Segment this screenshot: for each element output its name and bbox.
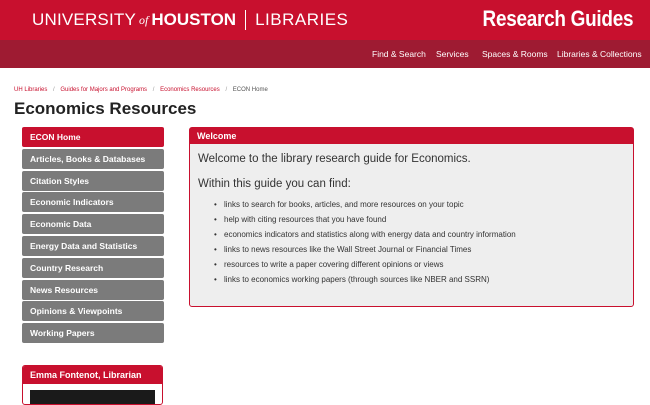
guide-feature-list: links to search for books, articles, and… [198,199,625,289]
site-header: UNIVERSITY of HOUSTON LIBRARIES Research… [0,0,650,40]
librarian-profile-box: Emma Fontenot, Librarian [22,365,163,405]
breadcrumb-link[interactable]: UH Libraries [14,87,47,93]
sidebar-item-working-papers[interactable]: Working Papers [22,323,164,344]
guide-sidebar-nav: ECON Home Articles, Books & Databases Ci… [22,127,164,345]
page-title: Economics Resources [14,99,197,118]
nav-item-services[interactable]: Services [436,49,469,59]
list-item: links to news resources like the Wall St… [214,244,625,259]
sidebar-item-energy-data-statistics[interactable]: Energy Data and Statistics [22,235,164,256]
welcome-heading: Welcome [190,128,633,144]
breadcrumb-separator: / [225,87,228,93]
sidebar-item-citation-styles[interactable]: Citation Styles [22,170,164,191]
list-item: resources to write a paper covering diff… [214,259,625,274]
university-libraries-logo[interactable]: UNIVERSITY of HOUSTON LIBRARIES [32,10,348,30]
nav-item-libraries-collections[interactable]: Libraries & Collections [557,49,642,59]
welcome-subheading: Within this guide you can find: [198,178,351,190]
welcome-intro-text: Welcome to the library research guide fo… [198,153,471,165]
list-item: links to search for books, articles, and… [214,199,625,214]
welcome-body: Welcome to the library research guide fo… [190,144,633,295]
breadcrumb-link[interactable]: Economics Resources [160,87,220,93]
welcome-box: Welcome Welcome to the library research … [189,127,634,307]
librarian-profile-title: Emma Fontenot, Librarian [23,366,162,384]
logo-libraries-text: LIBRARIES [255,10,349,29]
logo-of-text: of [139,12,149,27]
main-nav: Find & Search Services Spaces & Rooms Li… [0,40,650,68]
list-item: help with citing resources that you have… [214,214,625,229]
nav-item-find-search[interactable]: Find & Search [372,49,426,59]
sidebar-item-articles-books-databases[interactable]: Articles, Books & Databases [22,148,164,169]
sidebar-item-econ-home[interactable]: ECON Home [22,127,164,147]
logo-houston-text: HOUSTON [151,10,237,29]
sidebar-item-news-resources[interactable]: News Resources [22,279,164,300]
nav-item-spaces-rooms[interactable]: Spaces & Rooms [482,49,548,59]
logo-divider [245,10,247,30]
breadcrumb-link[interactable]: Guides for Majors and Programs [60,87,147,93]
sidebar-item-country-research[interactable]: Country Research [22,257,164,278]
breadcrumb-separator: / [53,87,55,93]
sidebar-item-economic-data[interactable]: Economic Data [22,214,164,235]
logo-university-text: UNIVERSITY [32,10,137,29]
breadcrumb-separator: / [152,87,155,93]
sidebar-item-economic-indicators[interactable]: Economic Indicators [22,192,164,213]
list-item: economics indicators and statistics alon… [214,229,625,244]
site-title[interactable]: Research Guides [482,6,633,32]
breadcrumb: UH Libraries / Guides for Majors and Pro… [14,87,268,93]
breadcrumb-current: ECON Home [232,87,268,93]
sidebar-item-opinions-viewpoints[interactable]: Opinions & Viewpoints [22,301,164,322]
librarian-photo [30,390,155,404]
list-item: links to economics working papers (throu… [214,274,625,289]
